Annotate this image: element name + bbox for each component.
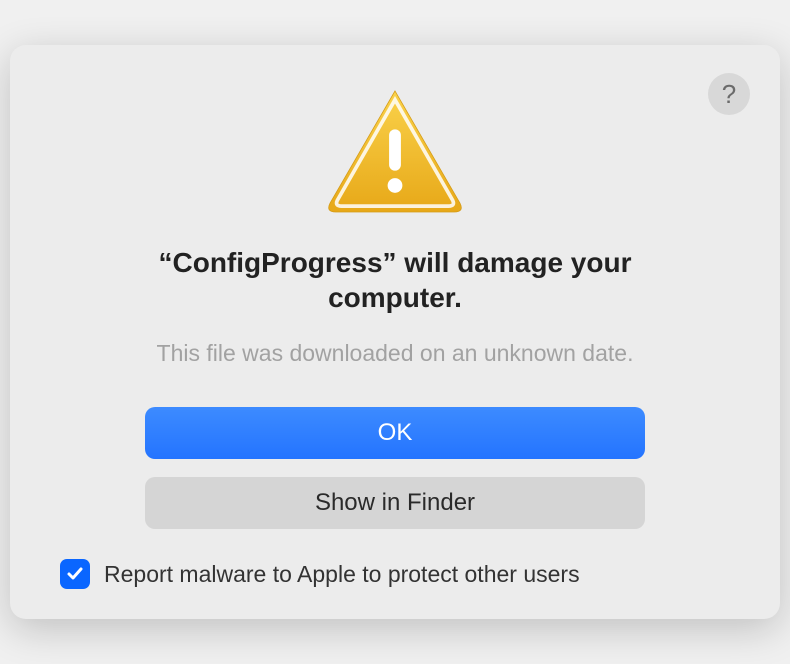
report-malware-label[interactable]: Report malware to Apple to protect other… bbox=[104, 561, 580, 588]
checkbox-row: Report malware to Apple to protect other… bbox=[60, 559, 730, 589]
dialog-subtitle: This file was downloaded on an unknown d… bbox=[60, 340, 730, 367]
icon-container bbox=[60, 85, 730, 215]
checkmark-icon bbox=[65, 564, 85, 584]
alert-dialog: ? “ConfigProgress” will damage your comp… bbox=[10, 45, 780, 619]
dialog-title: “ConfigProgress” will damage your comput… bbox=[60, 245, 730, 315]
help-icon: ? bbox=[722, 79, 736, 110]
help-button[interactable]: ? bbox=[708, 73, 750, 115]
show-in-finder-button[interactable]: Show in Finder bbox=[145, 477, 645, 529]
ok-button[interactable]: OK bbox=[145, 407, 645, 459]
button-container: OK Show in Finder bbox=[60, 407, 730, 529]
warning-icon bbox=[320, 85, 470, 215]
report-malware-checkbox[interactable] bbox=[60, 559, 90, 589]
